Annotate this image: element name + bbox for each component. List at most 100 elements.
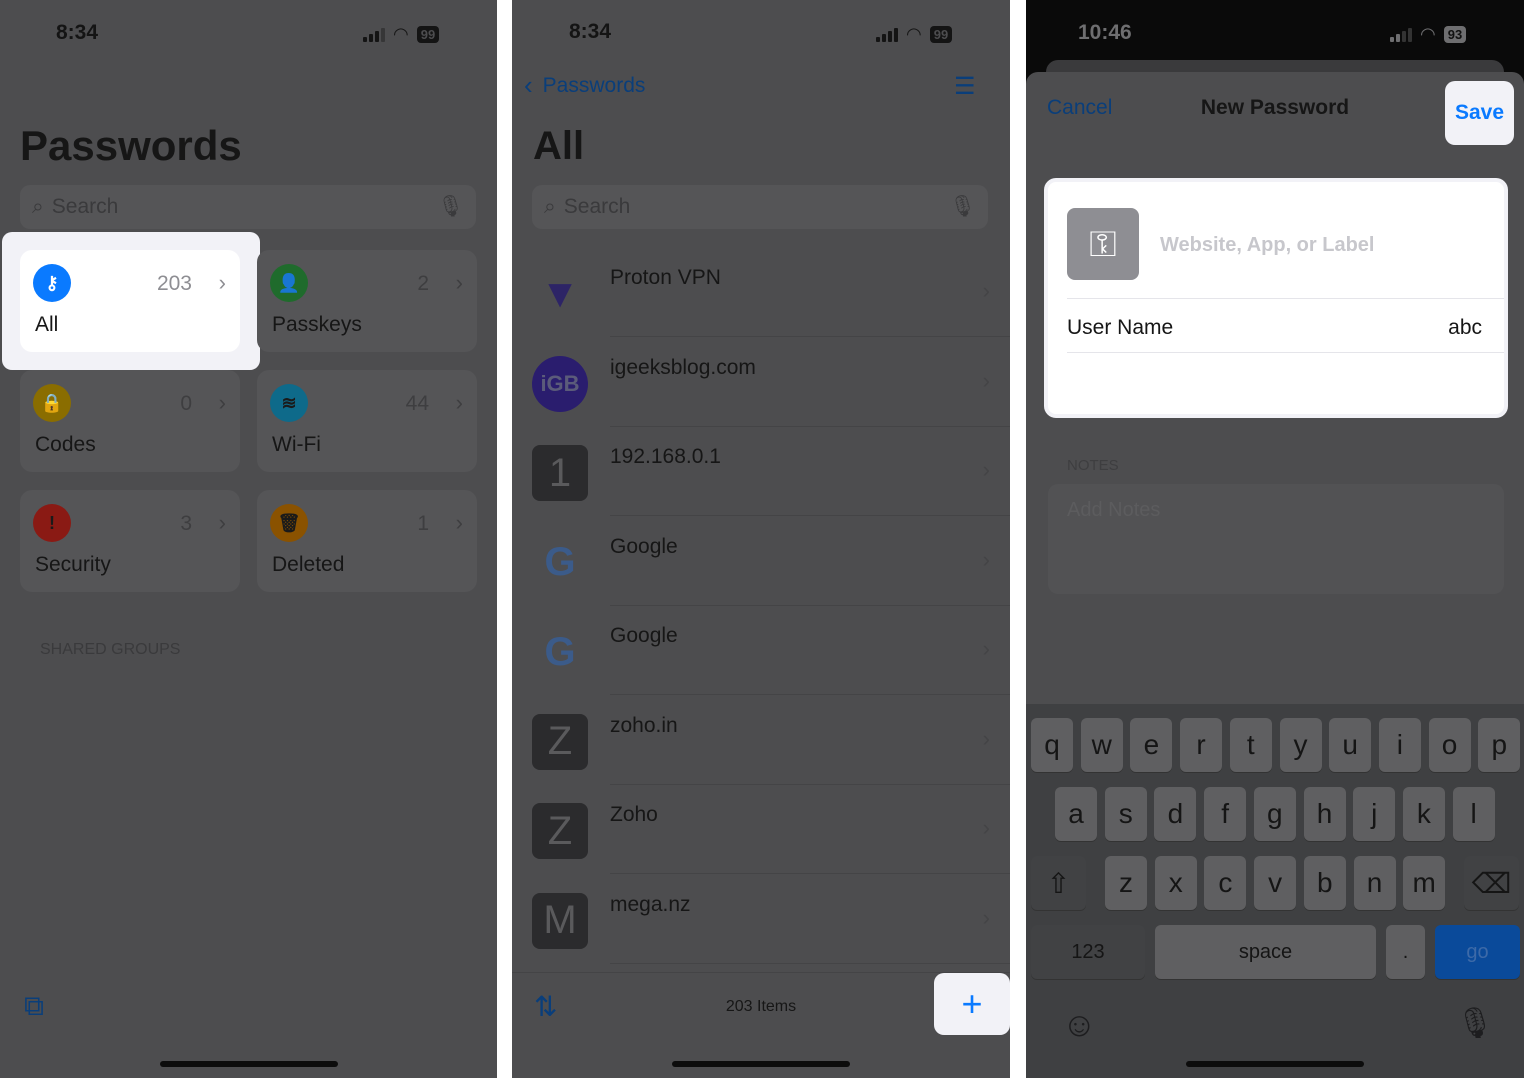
key-a[interactable]: a bbox=[1055, 787, 1097, 841]
microphone-icon[interactable]: 🎙 bbox=[949, 195, 976, 219]
item-name: 192.168.0.1 bbox=[610, 445, 721, 468]
item-name: Zoho bbox=[610, 803, 658, 826]
space-key[interactable]: space bbox=[1155, 925, 1376, 979]
chevron-right-icon: › bbox=[455, 510, 463, 535]
key-d[interactable]: d bbox=[1154, 787, 1197, 841]
item-name: mega.nz bbox=[610, 892, 691, 916]
numbers-key[interactable]: 123 bbox=[1031, 925, 1145, 979]
page-title: Passwords bbox=[20, 122, 242, 169]
key-q[interactable]: q bbox=[1031, 718, 1073, 772]
list-item[interactable]: G Google › bbox=[512, 606, 1010, 695]
new-password-screen: 10:46 ◠ 93 Cancel New Password Save ⚿ We… bbox=[1026, 0, 1524, 1078]
category-count: 3 bbox=[180, 512, 192, 535]
section-header-shared-groups: SHARED GROUPS bbox=[40, 641, 181, 658]
key-m[interactable]: m bbox=[1403, 856, 1446, 910]
category-card-codes[interactable]: 🔒 0 › Codes bbox=[20, 370, 240, 472]
key-g[interactable]: g bbox=[1253, 787, 1296, 841]
divider bbox=[1067, 298, 1504, 299]
item-name: zoho.in bbox=[610, 713, 678, 737]
notes-field[interactable]: Add Notes bbox=[1048, 484, 1504, 594]
key-e[interactable]: e bbox=[1130, 718, 1173, 772]
key-o[interactable]: o bbox=[1428, 718, 1471, 772]
category-card-passkeys[interactable]: 👤 2 › Passkeys bbox=[257, 250, 477, 352]
toolbar-divider bbox=[512, 972, 1010, 973]
item-name: Google bbox=[610, 534, 678, 558]
chevron-right-icon: › bbox=[982, 278, 990, 303]
key-s[interactable]: s bbox=[1104, 787, 1147, 841]
key-r[interactable]: r bbox=[1180, 718, 1223, 772]
key-c[interactable]: c bbox=[1204, 856, 1247, 910]
delete-key[interactable]: ⌫ bbox=[1464, 856, 1519, 910]
key-j[interactable]: j bbox=[1353, 787, 1396, 841]
list-item[interactable]: iGB igeeksblog.com › bbox=[512, 338, 1010, 427]
list-item[interactable]: Mmega.nz › bbox=[512, 875, 1010, 964]
key-p[interactable]: p bbox=[1478, 718, 1521, 772]
category-label: Wi-Fi bbox=[272, 433, 321, 456]
chevron-right-icon: › bbox=[982, 725, 990, 751]
search-input[interactable]: ⌕ Search 🎙 bbox=[20, 185, 476, 229]
key-z[interactable]: z bbox=[1105, 856, 1147, 910]
key-k[interactable]: k bbox=[1402, 787, 1445, 841]
category-label: All bbox=[35, 313, 59, 336]
list-item[interactable]: Zzoho.in › bbox=[512, 696, 1010, 785]
page-title: All bbox=[533, 124, 585, 168]
category-card-security[interactable]: ! 3 › Security bbox=[20, 490, 240, 592]
add-password-button[interactable]: + bbox=[934, 973, 1010, 1035]
person-key-icon: 👤 bbox=[270, 264, 308, 302]
category-card-wifi[interactable]: ≋ 44 › Wi-Fi bbox=[257, 370, 477, 472]
exclamation-icon: ! bbox=[33, 504, 71, 542]
key-v[interactable]: v bbox=[1254, 856, 1297, 910]
back-button[interactable]: ‹ Passwords bbox=[524, 72, 646, 98]
microphone-icon[interactable]: 🎙 bbox=[437, 195, 464, 219]
category-card-all[interactable]: ⚷ 203 › All bbox=[20, 250, 240, 352]
category-count: 2 bbox=[417, 272, 429, 295]
key-t[interactable]: t bbox=[1229, 718, 1272, 772]
website-field[interactable]: Website, App, or Label bbox=[1160, 234, 1374, 257]
dictation-microphone-icon[interactable]: 🎙 bbox=[1456, 1006, 1494, 1041]
key-h[interactable]: h bbox=[1303, 787, 1346, 841]
key-b[interactable]: b bbox=[1303, 856, 1346, 910]
list-item[interactable]: Z Zoho › bbox=[512, 785, 1010, 874]
list-item[interactable]: G Google › bbox=[512, 517, 1010, 606]
go-key[interactable]: go bbox=[1435, 925, 1520, 979]
key-icon: ⚿ bbox=[1067, 208, 1139, 280]
key-n[interactable]: n bbox=[1353, 856, 1396, 910]
google-icon: G bbox=[544, 629, 576, 674]
shift-key[interactable]: ⇧ bbox=[1031, 856, 1086, 910]
list-item[interactable]: 1 192.168.0.1 › bbox=[512, 427, 1010, 516]
category-label: Deleted bbox=[272, 553, 345, 576]
key-i[interactable]: i bbox=[1378, 718, 1421, 772]
period-key[interactable]: . bbox=[1386, 925, 1425, 979]
divider bbox=[610, 962, 1010, 964]
category-card-deleted[interactable]: 🗑 1 › Deleted bbox=[257, 490, 477, 592]
key-w[interactable]: w bbox=[1080, 718, 1123, 772]
back-label: Passwords bbox=[542, 74, 646, 97]
new-group-icon[interactable]: ⧉ bbox=[24, 990, 44, 1023]
key-u[interactable]: u bbox=[1329, 718, 1372, 772]
list-item[interactable]: ▼ Proton VPN › bbox=[512, 248, 1010, 337]
save-button[interactable]: Save bbox=[1445, 81, 1514, 145]
wifi-icon: ◠ bbox=[393, 24, 409, 44]
search-input[interactable]: ⌕ Search 🎙 bbox=[532, 185, 988, 229]
signal-icon bbox=[1390, 27, 1412, 42]
chevron-right-icon: › bbox=[982, 457, 990, 482]
wifi-icon: ◠ bbox=[1420, 24, 1436, 44]
filter-list-icon[interactable]: ☰ bbox=[954, 72, 976, 101]
wifi-icon: ≋ bbox=[270, 384, 308, 422]
key-l[interactable]: l bbox=[1452, 787, 1495, 841]
key-f[interactable]: f bbox=[1204, 787, 1247, 841]
category-count: 0 bbox=[180, 392, 192, 415]
key-y[interactable]: y bbox=[1279, 718, 1322, 772]
chevron-right-icon: › bbox=[455, 390, 463, 415]
key-x[interactable]: x bbox=[1154, 856, 1197, 910]
key-icon: ⚷ bbox=[33, 264, 71, 302]
google-icon: G bbox=[544, 540, 576, 584]
username-field[interactable]: abc bbox=[1448, 316, 1482, 340]
status-icons: ◠ 93 bbox=[1390, 24, 1467, 45]
emoji-icon[interactable]: ☺ bbox=[1062, 1006, 1097, 1045]
username-label: User Name bbox=[1067, 316, 1174, 339]
category-label: Codes bbox=[35, 433, 96, 456]
signal-icon bbox=[363, 27, 385, 42]
search-icon: ⌕ bbox=[32, 195, 44, 218]
letter-tile-icon: Z bbox=[532, 713, 588, 770]
